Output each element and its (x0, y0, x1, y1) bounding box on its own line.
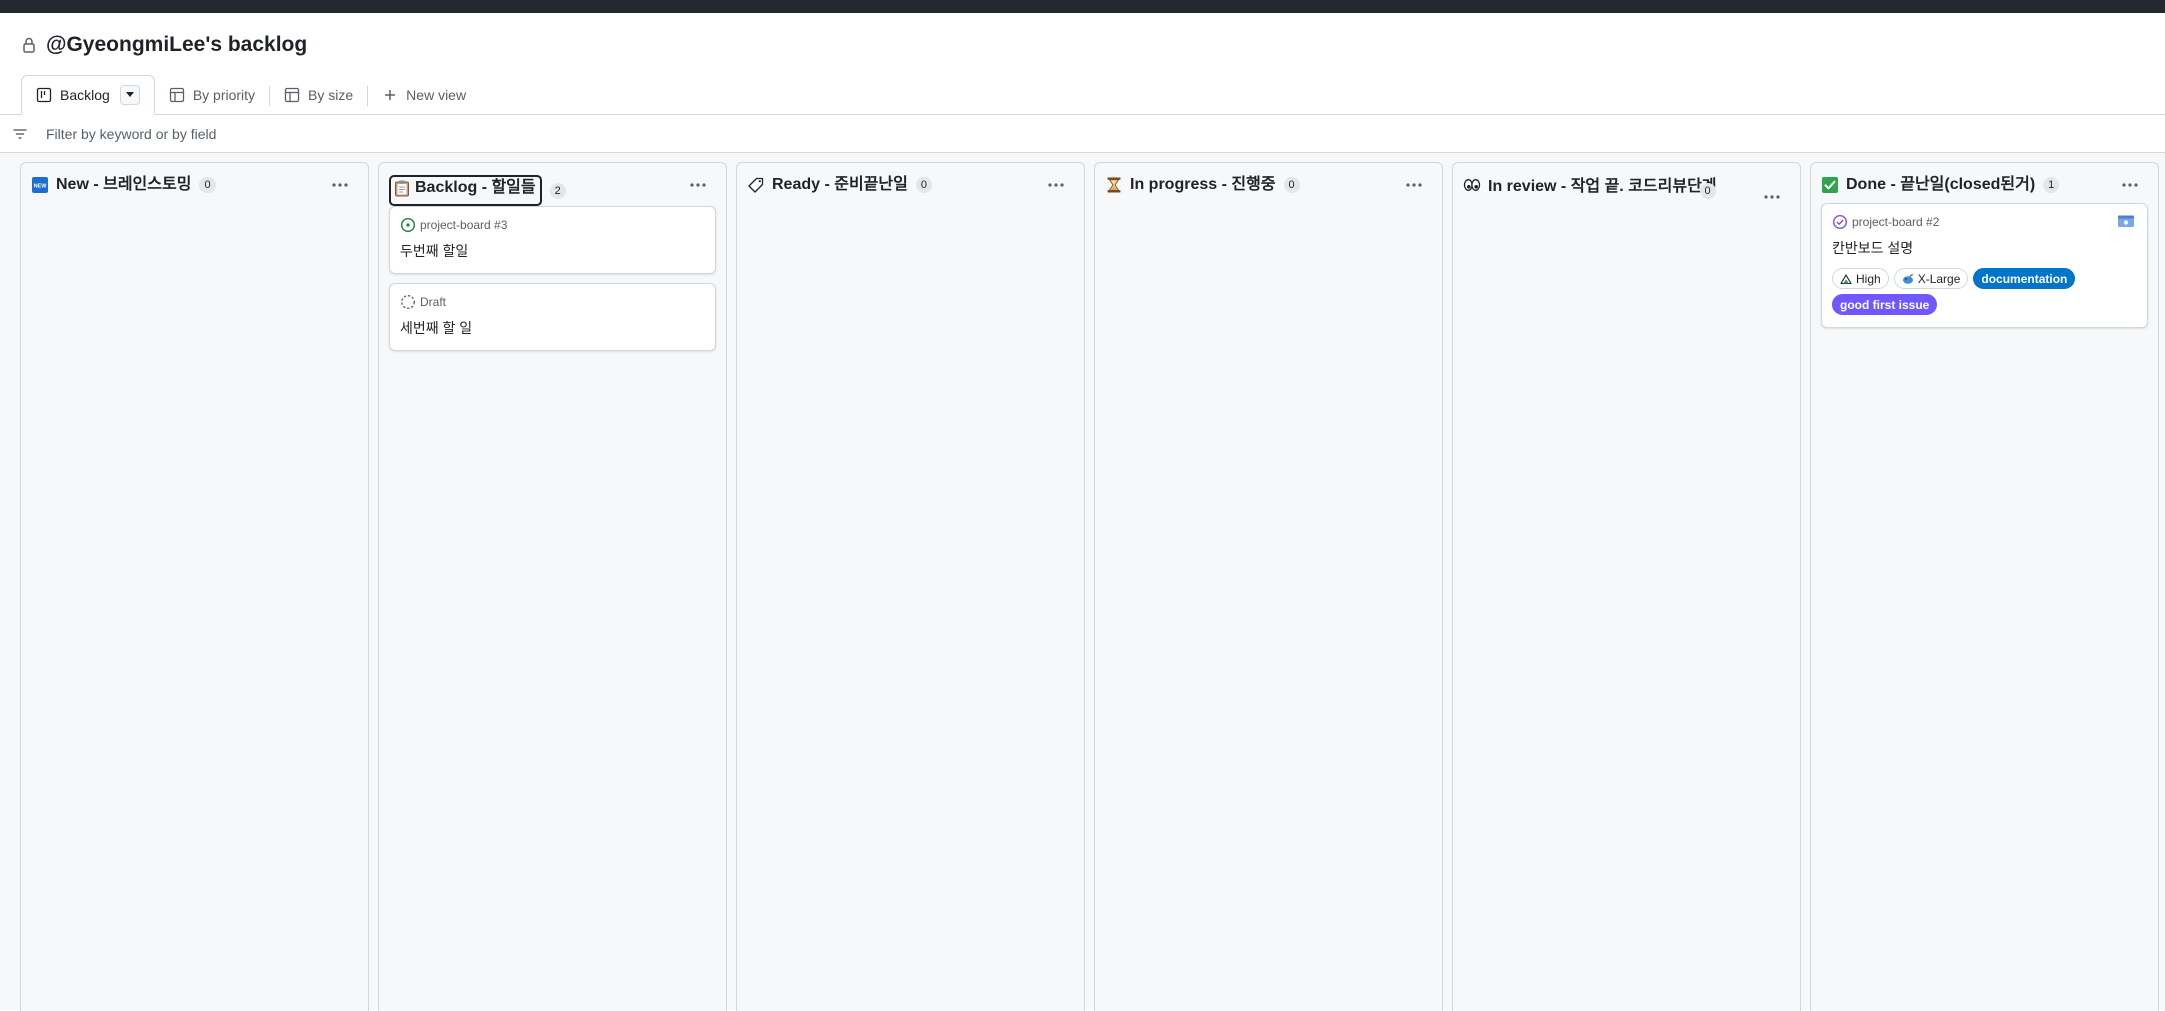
column-count: 1 (2043, 177, 2060, 193)
hourglass-emoji-icon (1105, 176, 1123, 194)
card-repo-ref[interactable]: project-board #2 (1852, 215, 1939, 229)
tab-by-size[interactable]: By size (270, 76, 367, 114)
column-menu-button[interactable] (1042, 175, 1070, 195)
column-count: 0 (1283, 177, 1300, 193)
column-title[interactable]: Backlog - 할일들 (389, 175, 542, 206)
draft-card[interactable]: Draft 세번째 할 일 (389, 283, 716, 351)
whale-icon (1902, 273, 1914, 285)
column-menu-button[interactable] (1400, 175, 1428, 195)
column-header: Done - 끝난일(closed된거) 1 (1821, 163, 2148, 203)
column-title: In review - 작업 끝. 코드리뷰단계 (1488, 178, 1717, 195)
column-in-progress: In progress - 진행중 0 (1094, 162, 1443, 1011)
card-draft-label: Draft (420, 295, 447, 309)
column-title: Ready - 준비끝난일 (772, 176, 908, 193)
column-menu-button[interactable] (326, 175, 354, 195)
column-header: In progress - 진행중 0 (1105, 163, 1432, 203)
column-count: 2 (549, 182, 566, 199)
kebab-horizontal-icon (2122, 183, 2138, 187)
column-backlog: Backlog - 할일들 2 project-board #3 두번째 할일 (378, 162, 727, 1011)
column-menu-button[interactable] (684, 175, 712, 195)
card-meta: project-board #2 (1832, 214, 2137, 230)
column-count: 0 (1699, 183, 1716, 199)
calendar-icon (2117, 214, 2135, 228)
board-icon (36, 87, 52, 103)
filter-input[interactable] (46, 125, 646, 142)
column-title: New - 브레인스토밍 (56, 176, 192, 193)
kebab-horizontal-icon (1764, 195, 1780, 199)
kebab-horizontal-icon (1048, 183, 1064, 187)
card-title[interactable]: 두번째 할일 (400, 241, 705, 261)
size-value: X-Large (1917, 271, 1961, 286)
tab-label: New view (406, 87, 467, 103)
column-header: Backlog - 할일들 2 (389, 163, 716, 206)
table-icon (169, 87, 185, 103)
kebab-horizontal-icon (1406, 183, 1422, 187)
table-icon (284, 87, 300, 103)
caret-down-icon (125, 92, 134, 97)
kebab-horizontal-icon (332, 183, 348, 187)
filter-bar (0, 115, 2165, 153)
view-tabs: Backlog By priority By size New view (0, 75, 2165, 115)
priority-value: High (1856, 271, 1881, 286)
clipboard-emoji-icon (395, 180, 409, 197)
card-repo-ref[interactable]: project-board #3 (420, 218, 507, 232)
column-done: Done - 끝난일(closed된거) 1 project-board #2 … (1810, 162, 2159, 1011)
check-emoji-icon (1821, 176, 1839, 194)
page-header: @GyeongmiLee's backlog (0, 13, 2165, 77)
column-ready: Ready - 준비끝난일 0 (736, 162, 1085, 1011)
column-new: NEW New - 브레인스토밍 0 (20, 162, 369, 1011)
plus-icon (382, 87, 398, 103)
closed-issue-icon (1832, 214, 1848, 230)
column-menu-button[interactable] (2116, 175, 2144, 195)
card-meta: Draft (400, 294, 705, 310)
label-good-first-issue[interactable]: good first issue (1832, 294, 1938, 315)
column-title: In progress - 진행중 (1130, 176, 1276, 193)
tab-backlog[interactable]: Backlog (21, 75, 155, 115)
column-header: NEW New - 브레인스토밍 0 (31, 163, 358, 203)
column-menu-button[interactable] (1758, 187, 1786, 207)
tab-label: Backlog (60, 87, 110, 103)
filter-icon[interactable] (12, 126, 28, 142)
new-emoji-icon: NEW (31, 176, 49, 194)
top-bar (0, 0, 2165, 13)
draft-icon (400, 294, 416, 310)
issue-card[interactable]: project-board #3 두번째 할일 (389, 206, 716, 274)
tab-label: By priority (192, 87, 256, 103)
label-documentation[interactable]: documentation (1973, 268, 2076, 289)
column-count: 0 (915, 177, 932, 193)
card-labels: High X-Large documentation good first is… (1832, 268, 2137, 315)
new-view-button[interactable]: New view (368, 76, 480, 114)
label-tag-emoji-icon (747, 176, 765, 194)
page-title: @GyeongmiLee's backlog (46, 33, 308, 56)
lock-icon (22, 36, 36, 54)
card-title[interactable]: 칸반보드 설명 (1832, 238, 2137, 258)
card-meta: project-board #3 (400, 217, 705, 233)
issue-card[interactable]: project-board #2 칸반보드 설명 High X-Large do… (1821, 203, 2148, 328)
board: NEW New - 브레인스토밍 0 Backlog - 할일들 2 proje… (0, 153, 2165, 1011)
tab-by-priority[interactable]: By priority (155, 76, 269, 114)
kebab-horizontal-icon (690, 183, 706, 187)
open-issue-icon (400, 217, 416, 233)
eyes-emoji-icon (1463, 176, 1481, 194)
size-field: X-Large (1893, 268, 1969, 289)
priority-field: High (1832, 268, 1889, 289)
svg-text:NEW: NEW (34, 184, 48, 190)
column-in-review: In review - 작업 끝. 코드리뷰단계 0 (1452, 162, 1801, 1011)
tab-label: By size (308, 87, 354, 103)
column-header: In review - 작업 끝. 코드리뷰단계 0 (1463, 163, 1790, 207)
mountain-icon (1840, 273, 1852, 285)
column-title: Done - 끝난일(closed된거) (1846, 176, 2036, 193)
column-count: 0 (199, 177, 216, 193)
view-options-button[interactable] (119, 85, 140, 105)
card-title[interactable]: 세번째 할 일 (400, 318, 705, 338)
column-header: Ready - 준비끝난일 0 (747, 163, 1074, 203)
column-title-text: Backlog - 할일들 (415, 179, 536, 196)
